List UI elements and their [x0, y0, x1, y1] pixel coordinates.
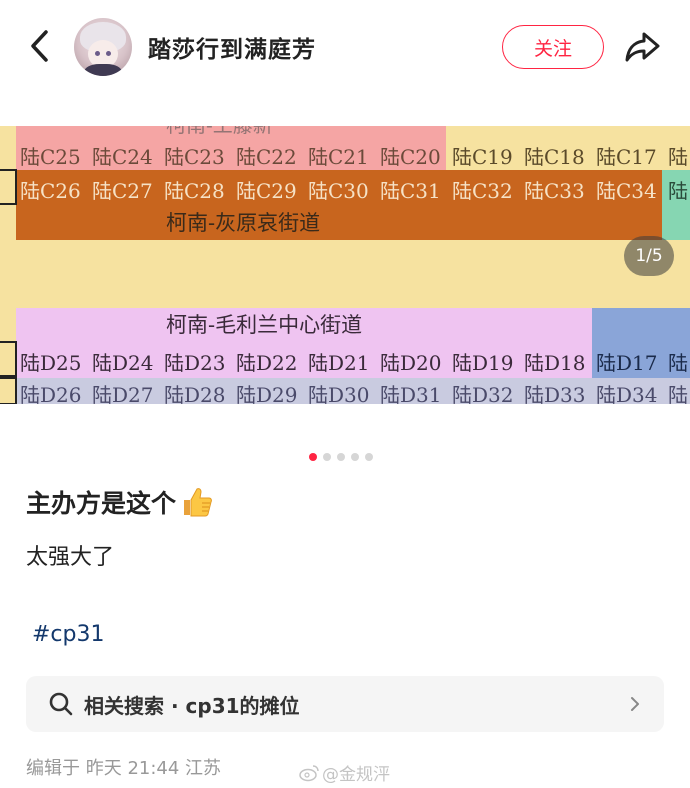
booth-cell: 陆C33: [524, 179, 585, 203]
booth-cell: 陆C34: [596, 179, 657, 203]
street-label-d: 柯南-毛利兰中心街道: [166, 313, 362, 337]
booth-cell: 陆D28: [164, 383, 225, 404]
booth-cell: 陆D22: [236, 351, 297, 375]
booth-cell: 陆C20: [380, 145, 441, 169]
avatar[interactable]: [74, 18, 132, 76]
booth-cell: 陆D26: [20, 383, 81, 404]
booth-cell: 陆C32: [452, 179, 513, 203]
booth-cell: 陆D24: [92, 351, 153, 375]
booth-cell: 陆: [668, 383, 688, 404]
chevron-right-icon: [631, 697, 639, 711]
booth-cell: 陆D32: [452, 383, 513, 404]
booth-cell: 陆D29: [236, 383, 297, 404]
post-title: 主办方是这个: [26, 484, 214, 520]
hashtag-link[interactable]: #cp31: [32, 622, 105, 647]
booth-cell: 陆C31: [380, 179, 441, 203]
booth-cell: 陆C28: [164, 179, 225, 203]
booth-cell: 陆C21: [308, 145, 369, 169]
booth-cell: 陆D17: [596, 351, 657, 375]
booth-cell: 陆: [668, 179, 688, 203]
booth-cell: 陆C24: [92, 145, 153, 169]
booth-cell: 陆C26: [20, 179, 81, 203]
booth-cell: 陆C22: [236, 145, 297, 169]
related-search-bar[interactable]: 相关搜索 · cp31的摊位: [26, 676, 664, 732]
chevron-left-icon: [31, 30, 48, 62]
share-button[interactable]: [622, 26, 664, 66]
booth-cell: 陆C19: [452, 145, 513, 169]
booth-cell: 陆D23: [164, 351, 225, 375]
booth-cell: 陆C29: [236, 179, 297, 203]
booth-cell: 陆C18: [524, 145, 585, 169]
carousel-dot[interactable]: [351, 453, 359, 461]
booth-cell: 陆C30: [308, 179, 369, 203]
carousel-indicator: [309, 453, 373, 461]
booth-cell: 陆D19: [452, 351, 513, 375]
carousel-dot[interactable]: [309, 453, 317, 461]
booth-cell: 陆D30: [308, 383, 369, 404]
booth-cell: 陆D34: [596, 383, 657, 404]
watermark: @金规泙: [298, 760, 390, 785]
booth-cell: 陆: [668, 145, 688, 169]
post-image[interactable]: 陆C25 陆C24 陆C23 陆C22 陆C21 陆C20 陆C19 陆C18 陆C17 陆陆C2…: [0, 126, 690, 404]
post-title-text: 主办方是这个: [26, 489, 177, 518]
follow-button[interactable]: 关注: [502, 25, 604, 69]
related-search-label: 相关搜索 · cp31的摊位: [84, 693, 300, 718]
image-counter: 1/5: [624, 236, 674, 276]
author-name[interactable]: 踏莎行到满庭芳: [148, 30, 316, 64]
booth-cell: 陆D27: [92, 383, 153, 404]
booth-cell: 陆C25: [20, 145, 81, 169]
booth-cell: 陆D20: [380, 351, 441, 375]
booth-map-image: 陆C25 陆C24 陆C23 陆C22 陆C21 陆C20 陆C19 陆C18 陆C17 陆陆C2…: [0, 126, 690, 404]
booth-cell: 陆C23: [164, 145, 225, 169]
booth-cell: 陆D18: [524, 351, 585, 375]
watermark-text: @金规泙: [322, 765, 390, 785]
top-bar: 踏莎行到满庭芳 关注: [0, 0, 690, 96]
weibo-icon: [299, 764, 319, 781]
post-meta: 编辑于 昨天 21:44 江苏: [26, 758, 222, 779]
search-icon: [49, 692, 73, 716]
partial-street-label: 柯南-工藤新一: [166, 126, 293, 137]
booth-cell: 陆D31: [380, 383, 441, 404]
back-button[interactable]: [22, 26, 58, 66]
booth-cell: 陆: [668, 351, 688, 375]
thumbs-up-icon: [184, 488, 212, 517]
booth-cell: 陆D21: [308, 351, 369, 375]
booth-cell: 陆C17: [596, 145, 657, 169]
booth-cell: 陆D25: [20, 351, 81, 375]
share-icon: [625, 32, 660, 62]
booth-cell: 陆C27: [92, 179, 153, 203]
carousel-dot[interactable]: [323, 453, 331, 461]
post-body: 太强大了: [26, 545, 115, 570]
street-label-c: 柯南-灰原哀街道: [166, 211, 320, 235]
carousel-dot[interactable]: [365, 453, 373, 461]
booth-cell: 陆D33: [524, 383, 585, 404]
carousel-dot[interactable]: [337, 453, 345, 461]
